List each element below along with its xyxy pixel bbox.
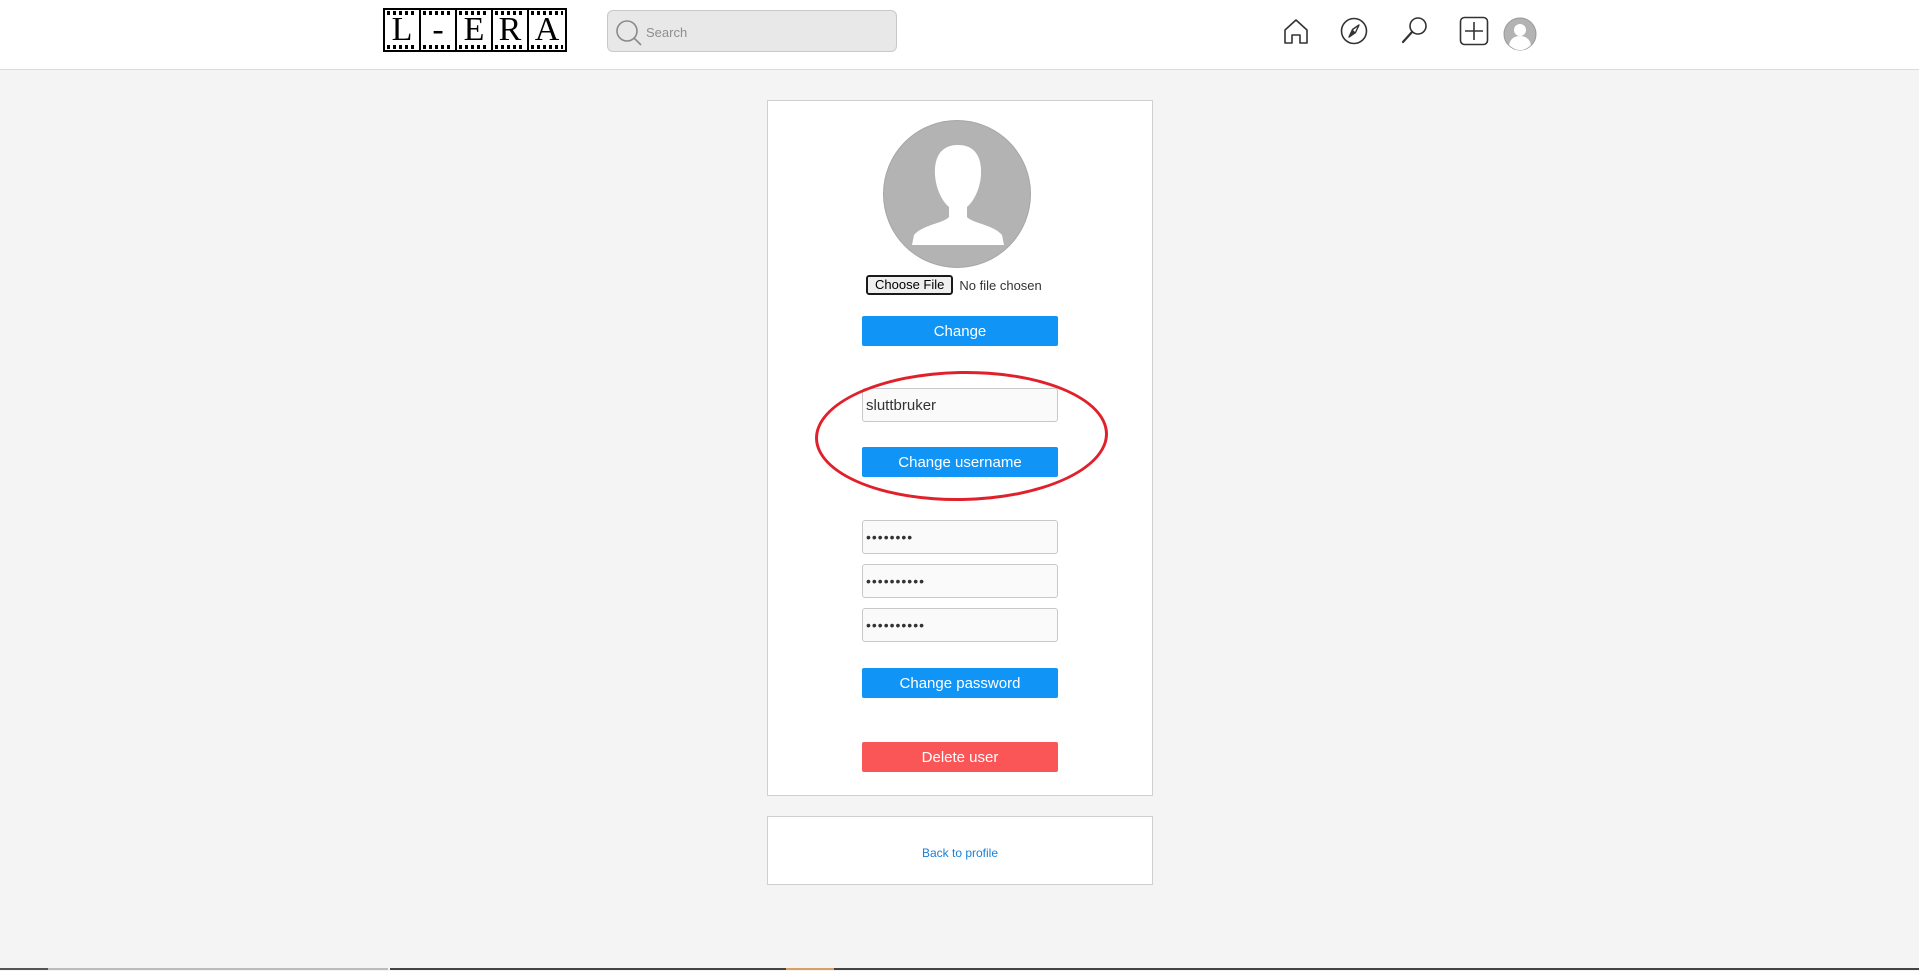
logo-letter: A [529, 10, 565, 50]
logo-letter: E [457, 10, 493, 50]
home-icon[interactable] [1279, 14, 1313, 48]
logo-letter: - [421, 10, 457, 50]
logo-letter: R [493, 10, 529, 50]
choose-file-button[interactable]: Choose File [864, 274, 955, 296]
file-status-text: No file chosen [959, 277, 1042, 293]
strip-segment [390, 968, 1919, 970]
add-post-icon[interactable] [1457, 14, 1491, 48]
new-password-field[interactable] [862, 564, 1058, 598]
change-username-button[interactable]: Change username [862, 447, 1058, 477]
logo-letter: L [385, 10, 421, 50]
delete-user-button[interactable]: Delete user [862, 742, 1058, 772]
change-picture-button[interactable]: Change [862, 316, 1058, 346]
search-input[interactable] [646, 20, 886, 44]
strip-segment [786, 968, 834, 970]
search-box[interactable] [607, 10, 897, 52]
strip-segment [0, 968, 48, 970]
confirm-password-field[interactable] [862, 608, 1058, 642]
change-password-button[interactable]: Change password [862, 668, 1058, 698]
file-picker: Choose File No file chosen [864, 274, 1042, 296]
strip-segment [48, 968, 388, 970]
search-icon [616, 20, 642, 46]
magnifier-icon[interactable] [1397, 14, 1431, 48]
default-user-icon [912, 145, 1004, 245]
top-navigation-bar: L - E R A [0, 0, 1919, 70]
bottom-edge-strip [0, 966, 1919, 971]
back-to-profile-link[interactable]: Back to profile [767, 846, 1153, 860]
lera-logo[interactable]: L - E R A [383, 8, 567, 52]
username-field[interactable] [862, 388, 1058, 422]
profile-picture-avatar [883, 120, 1031, 268]
profile-avatar-icon[interactable] [1503, 17, 1537, 51]
current-password-field[interactable] [862, 520, 1058, 554]
compass-icon[interactable] [1337, 14, 1371, 48]
